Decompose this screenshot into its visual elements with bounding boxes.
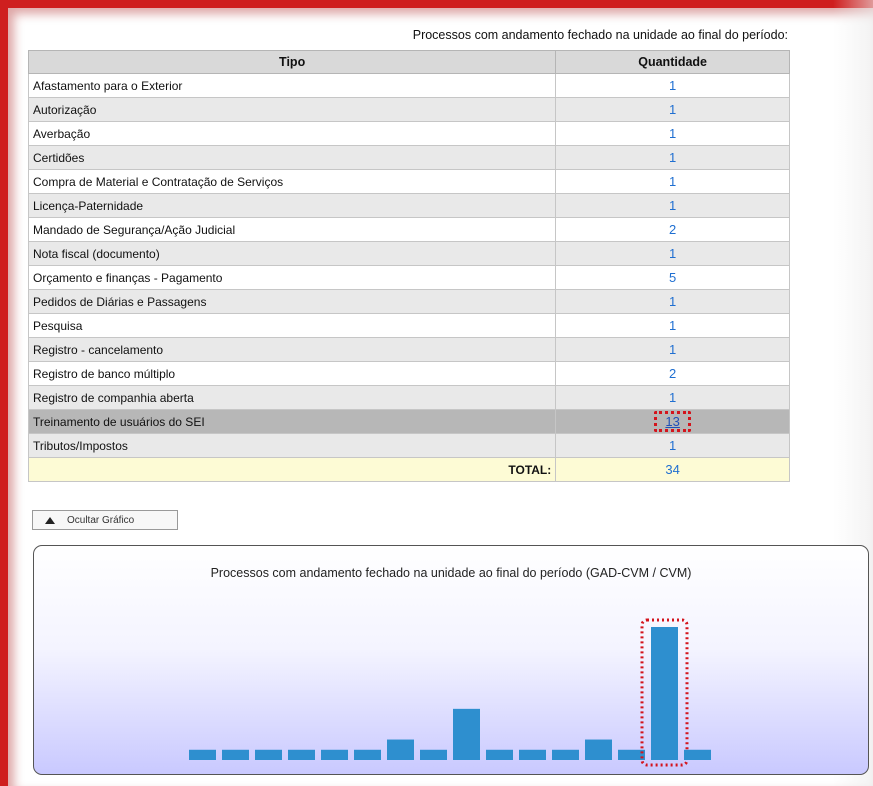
- quantidade-value[interactable]: 1: [669, 102, 676, 117]
- row-tipo: Mandado de Segurança/Ação Judicial: [27, 217, 557, 242]
- triangle-up-icon: [45, 516, 55, 524]
- quantidade-value[interactable]: 1: [669, 198, 676, 213]
- table-row[interactable]: Afastamento para o Exterior 1: [27, 73, 790, 98]
- row-tipo: Registro de companhia aberta: [27, 385, 557, 410]
- table-row[interactable]: Licença-Paternidade 1: [27, 193, 790, 218]
- bar[interactable]: [519, 749, 546, 760]
- quantidade-value[interactable]: 1: [669, 294, 676, 309]
- row-tipo: Averbação: [27, 121, 557, 146]
- bar[interactable]: [420, 749, 447, 760]
- quantidade-link[interactable]: 13: [665, 414, 679, 429]
- chart-panel: Processos com andamento fechado na unida…: [33, 545, 869, 775]
- bar[interactable]: [255, 749, 282, 760]
- row-tipo: Registro - cancelamento: [27, 337, 557, 362]
- bar[interactable]: [189, 749, 216, 760]
- bar[interactable]: [552, 749, 579, 760]
- row-quantidade: 1: [555, 385, 790, 410]
- table-row[interactable]: Registro de banco múltiplo 2: [27, 361, 790, 386]
- quantidade-value[interactable]: 1: [669, 126, 676, 141]
- row-tipo: Orçamento e finanças - Pagamento: [27, 265, 557, 290]
- row-tipo: Compra de Material e Contratação de Serv…: [27, 169, 557, 194]
- table-caption: Processos com andamento fechado na unida…: [412, 28, 788, 42]
- table-row[interactable]: Orçamento e finanças - Pagamento 5: [27, 265, 790, 290]
- row-quantidade: 2: [555, 217, 790, 242]
- hide-chart-label: Ocultar Gráfico: [67, 514, 135, 526]
- row-quantidade: 1: [555, 313, 790, 338]
- table-row[interactable]: Certidões 1: [27, 145, 790, 170]
- quantidade-value[interactable]: 2: [669, 222, 676, 237]
- hide-chart-button[interactable]: Ocultar Gráfico: [32, 510, 178, 530]
- table-row[interactable]: Nota fiscal (documento) 1: [27, 241, 790, 266]
- table-row[interactable]: Registro - cancelamento 1: [27, 337, 790, 362]
- row-tipo: Certidões: [27, 145, 557, 170]
- bar[interactable]: [651, 627, 678, 760]
- column-header-quantidade[interactable]: Quantidade: [555, 50, 790, 74]
- table-row[interactable]: Compra de Material e Contratação de Serv…: [27, 169, 790, 194]
- row-tipo: Nota fiscal (documento): [27, 241, 557, 266]
- bar[interactable]: [321, 749, 348, 760]
- table-row[interactable]: Autorização 1: [27, 97, 790, 122]
- highlight-box: 13: [654, 411, 691, 432]
- table-header-row: Tipo Quantidade: [27, 50, 790, 74]
- quantidade-value[interactable]: 1: [669, 78, 676, 93]
- row-tipo: Tributos/Impostos: [27, 433, 557, 458]
- row-tipo: Licença-Paternidade: [27, 193, 557, 218]
- total-value: 34: [555, 457, 790, 482]
- quantidade-value[interactable]: 1: [669, 318, 676, 333]
- row-quantidade: 1: [555, 73, 790, 98]
- bar[interactable]: [354, 749, 381, 760]
- row-tipo: Autorização: [27, 97, 557, 122]
- quantidade-value[interactable]: 1: [669, 342, 676, 357]
- total-label: TOTAL:: [27, 457, 557, 482]
- quantidade-value[interactable]: 1: [669, 246, 676, 261]
- quantidade-value[interactable]: 2: [669, 366, 676, 381]
- row-tipo: Afastamento para o Exterior: [27, 73, 557, 98]
- row-quantidade: 13: [555, 409, 790, 434]
- row-quantidade: 1: [555, 193, 790, 218]
- table-row[interactable]: Tributos/Impostos 1: [27, 433, 790, 458]
- row-quantidade: 1: [555, 97, 790, 122]
- bar[interactable]: [453, 708, 480, 760]
- table-row[interactable]: Registro de companhia aberta 1: [27, 385, 790, 410]
- table-row[interactable]: Pesquisa 1: [27, 313, 790, 338]
- quantidade-value[interactable]: 1: [669, 438, 676, 453]
- quantidade-value[interactable]: 1: [669, 174, 676, 189]
- table-row[interactable]: Treinamento de usuários do SEI 13: [27, 409, 790, 434]
- row-tipo: Pedidos de Diárias e Passagens: [27, 289, 557, 314]
- table-row[interactable]: Averbação 1: [27, 121, 790, 146]
- row-quantidade: 1: [555, 241, 790, 266]
- row-tipo: Treinamento de usuários do SEI: [27, 409, 557, 434]
- total-row: TOTAL: 34: [27, 457, 790, 482]
- bar[interactable]: [585, 739, 612, 760]
- bar[interactable]: [387, 739, 414, 760]
- process-table: Tipo Quantidade Afastamento para o Exter…: [27, 50, 790, 482]
- row-quantidade: 1: [555, 145, 790, 170]
- quantidade-value[interactable]: 5: [669, 270, 676, 285]
- row-quantidade: 1: [555, 337, 790, 362]
- row-tipo: Pesquisa: [27, 313, 557, 338]
- row-quantidade: 1: [555, 169, 790, 194]
- row-quantidade: 5: [555, 265, 790, 290]
- table-row[interactable]: Mandado de Segurança/Ação Judicial 2: [27, 217, 790, 242]
- row-quantidade: 1: [555, 289, 790, 314]
- row-quantidade: 1: [555, 121, 790, 146]
- bar[interactable]: [288, 749, 315, 760]
- bar-chart: [189, 618, 711, 767]
- quantidade-value[interactable]: 1: [669, 390, 676, 405]
- bar[interactable]: [684, 749, 711, 760]
- row-tipo: Registro de banco múltiplo: [27, 361, 557, 386]
- bar[interactable]: [486, 749, 513, 760]
- row-quantidade: 2: [555, 361, 790, 386]
- row-quantidade: 1: [555, 433, 790, 458]
- bar[interactable]: [222, 749, 249, 760]
- table-row[interactable]: Pedidos de Diárias e Passagens 1: [27, 289, 790, 314]
- column-header-tipo[interactable]: Tipo: [27, 50, 557, 74]
- quantidade-value[interactable]: 1: [669, 150, 676, 165]
